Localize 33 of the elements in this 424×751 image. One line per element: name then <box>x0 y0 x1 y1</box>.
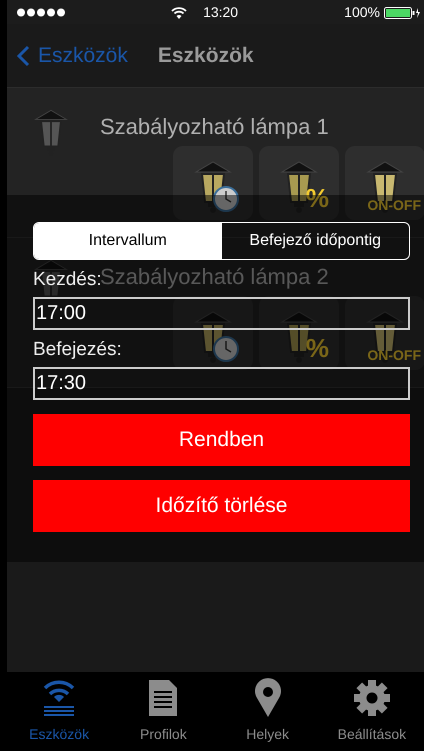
segment-tab[interactable]: Befejező időpontig <box>222 223 409 259</box>
percent-label: % <box>306 332 329 365</box>
field-label: Kezdés: <box>33 269 102 292</box>
settings-icon <box>352 678 392 718</box>
clock-icon <box>213 336 239 362</box>
tab-item[interactable]: Profilok <box>111 672 216 751</box>
time-field[interactable]: 17:30 <box>33 367 410 400</box>
lamp-tile-button[interactable]: % <box>259 146 339 220</box>
field-label: Befejezés: <box>33 338 122 362</box>
lamp-tile-button[interactable]: ON-OFF <box>345 296 424 370</box>
segment-tab[interactable]: Intervallum <box>34 223 222 259</box>
clock-icon <box>213 186 239 212</box>
on-off-label: ON-OFF <box>367 196 421 215</box>
device-name: Szabályozható lámpa 2 <box>100 263 329 291</box>
action-button[interactable]: Időzítő törlése <box>33 480 410 532</box>
map-pin-icon <box>254 678 282 718</box>
chevron-left-icon <box>17 44 30 66</box>
tab-item[interactable]: Eszközök <box>7 672 112 751</box>
tab-item[interactable]: Beállítások <box>320 672 424 751</box>
time-field[interactable]: 17:00 <box>33 297 410 330</box>
document-icon <box>147 678 180 718</box>
nav-title: Eszközök <box>158 42 254 69</box>
battery-percent: 100% <box>344 2 380 22</box>
device-name: Szabályozható lámpa 1 <box>100 113 329 141</box>
percent-label: % <box>306 182 329 215</box>
tab-item[interactable]: Helyek <box>216 672 320 751</box>
back-link[interactable]: Eszközök <box>17 40 128 72</box>
action-button[interactable]: Rendben <box>33 414 410 466</box>
lamp-tile-button[interactable]: ON-OFF <box>345 146 424 220</box>
status-time: 13:20 <box>203 2 238 22</box>
lamp-tile-button[interactable]: % <box>259 296 339 370</box>
on-off-label: ON-OFF <box>367 346 421 365</box>
wifi-icon <box>42 678 76 718</box>
